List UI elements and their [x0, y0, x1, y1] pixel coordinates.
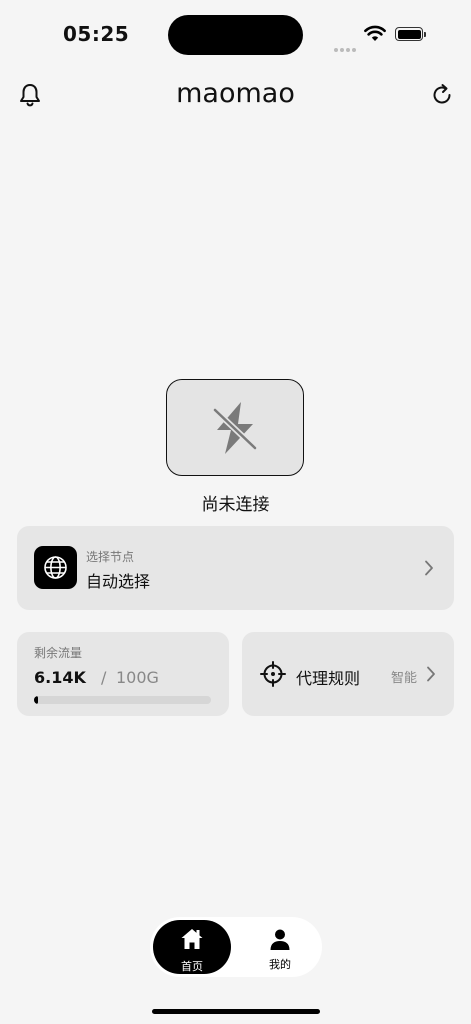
tab-bar: 首页 我的 [150, 917, 322, 977]
status-bar: 05:25 [0, 0, 471, 70]
connection-status: 尚未连接 [201, 495, 270, 515]
wifi-icon [364, 25, 386, 46]
tab-home-label: 首页 [181, 960, 203, 973]
globe-icon [34, 546, 77, 589]
node-value: 自动选择 [86, 572, 151, 591]
tab-mine-label: 我的 [269, 958, 291, 971]
connect-button[interactable] [166, 379, 304, 476]
signal-icon [334, 37, 358, 56]
node-label: 选择节点 [86, 550, 135, 564]
traffic-progress-fill [34, 696, 38, 704]
refresh-icon[interactable] [430, 82, 454, 112]
traffic-progress-bar [34, 696, 211, 704]
target-icon [260, 661, 286, 687]
battery-icon [395, 27, 426, 41]
chevron-right-icon [427, 666, 435, 682]
node-select-card[interactable]: 选择节点 自动选择 [17, 526, 454, 610]
lightning-off-icon [212, 402, 258, 454]
traffic-card: 剩余流量 6.14K / 100G [17, 632, 229, 716]
page-title: maomao [176, 78, 295, 109]
tab-mine[interactable]: 我的 [245, 920, 315, 974]
traffic-label: 剩余流量 [34, 646, 83, 660]
proxy-rules-card[interactable]: 代理规则 智能 [242, 632, 454, 716]
chevron-right-icon [425, 560, 433, 576]
home-icon [181, 929, 203, 949]
status-time: 05:25 [63, 22, 130, 46]
dynamic-island [168, 15, 303, 55]
person-icon [270, 929, 290, 950]
app-header: maomao [0, 70, 471, 120]
proxy-rules-mode: 智能 [391, 671, 418, 686]
home-indicator [152, 1009, 320, 1014]
traffic-total: 100G [116, 668, 159, 687]
proxy-rules-label: 代理规则 [296, 669, 361, 688]
tab-home[interactable]: 首页 [153, 920, 231, 974]
traffic-used: 6.14K [34, 668, 86, 687]
traffic-separator: / [101, 668, 107, 687]
